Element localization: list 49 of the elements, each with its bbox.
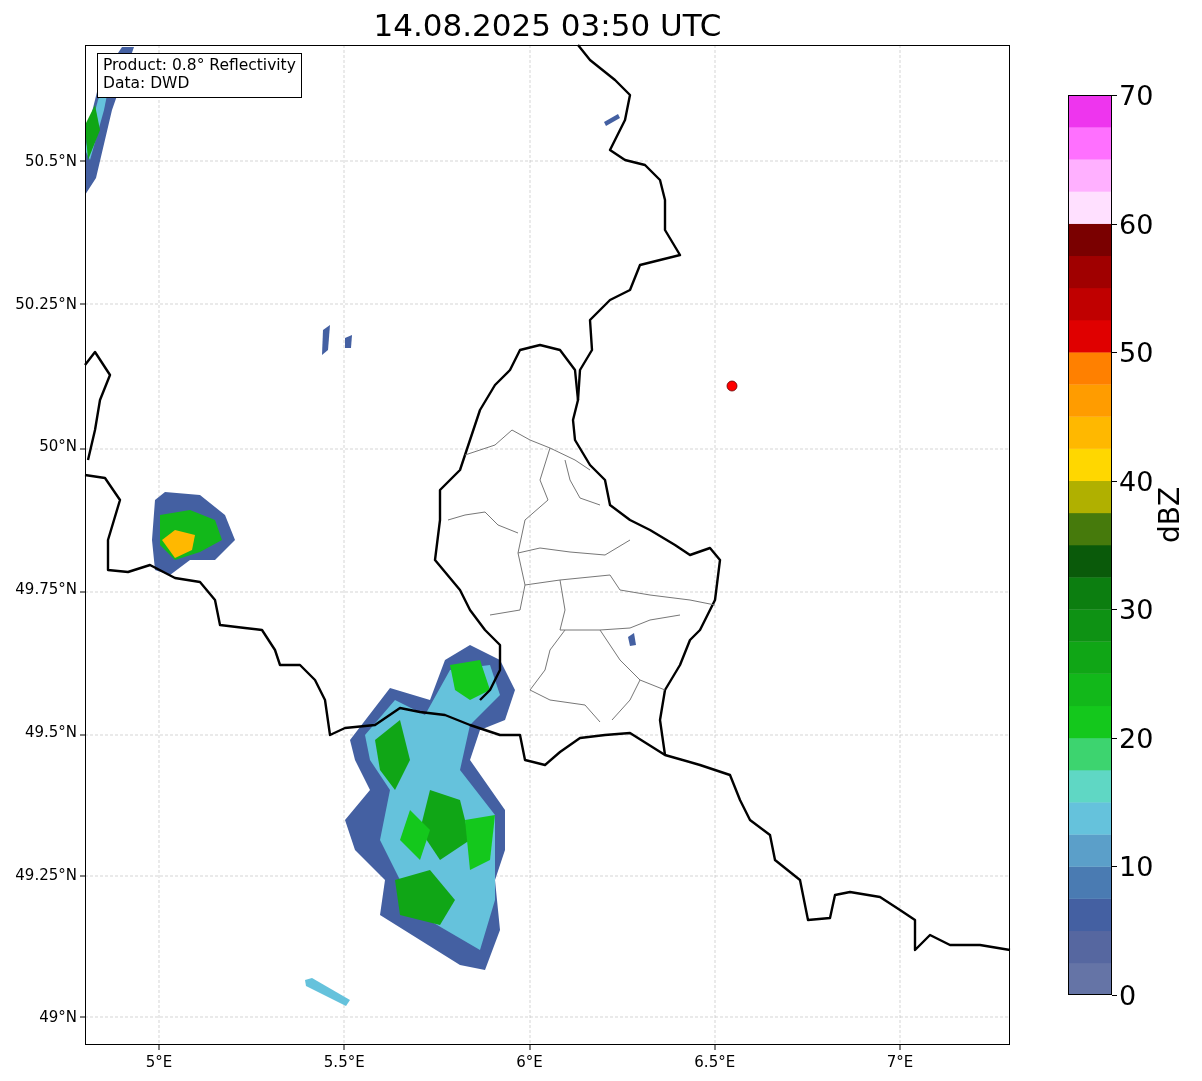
radar-echo [628, 633, 636, 646]
tick-mark [79, 303, 86, 305]
tick-label: 30 [1119, 595, 1154, 623]
tick-mark [79, 1016, 86, 1018]
axis-label: 49.5°N [24, 721, 77, 743]
axis-label: 5°E [145, 1052, 173, 1073]
chart-title: 14.08.2025 03:50 UTC [373, 6, 722, 41]
tick-label: 60 [1119, 210, 1154, 238]
tick-mark [1112, 609, 1117, 611]
tick-mark [79, 591, 86, 593]
tick-mark [79, 160, 86, 162]
tick-mark [1112, 866, 1117, 868]
radar-echo [345, 335, 352, 348]
tick-mark [1112, 95, 1117, 96]
tick-mark [79, 734, 86, 736]
axis-label: 49.25°N [15, 864, 77, 886]
tick-mark [529, 1044, 531, 1051]
tick-mark [79, 448, 86, 450]
tick-label: 0 [1119, 981, 1137, 1009]
tick-mark [343, 1044, 345, 1051]
axis-label: 7°E [886, 1052, 914, 1073]
tick-label: 10 [1119, 852, 1154, 880]
axis-label: 49.75°N [15, 578, 77, 600]
tick-mark [1112, 995, 1117, 996]
info-text: Data: DWD [103, 74, 191, 93]
tick-label: 50 [1119, 338, 1154, 366]
tick-label: 20 [1119, 724, 1154, 752]
radar-echo [604, 114, 620, 126]
radar-echo [305, 978, 350, 1006]
axis-label: 50.25°N [15, 293, 77, 315]
axis-label: 50°N [39, 436, 77, 458]
tick-mark [1112, 737, 1117, 739]
radar-echo [322, 325, 330, 355]
axis-label: 5.5°E [323, 1052, 365, 1073]
info-text: Product: 0.8° Reflectivity [103, 57, 296, 75]
tick-mark [79, 875, 86, 877]
tick-mark [899, 1044, 901, 1051]
tick-label: 40 [1119, 467, 1154, 495]
tick-mark [1112, 480, 1117, 482]
tick-mark [714, 1044, 716, 1051]
colorbar-label: dBZ [1156, 486, 1184, 544]
tick-mark [158, 1044, 160, 1051]
tick-mark [1112, 352, 1117, 354]
axis-label: 6.5°E [694, 1052, 736, 1073]
axis-label: 50.5°N [24, 150, 77, 172]
tick-label: 70 [1119, 81, 1154, 109]
tick-mark [1112, 223, 1117, 225]
axis-label: 49°N [39, 1006, 77, 1028]
axis-label: 6°E [516, 1052, 543, 1073]
